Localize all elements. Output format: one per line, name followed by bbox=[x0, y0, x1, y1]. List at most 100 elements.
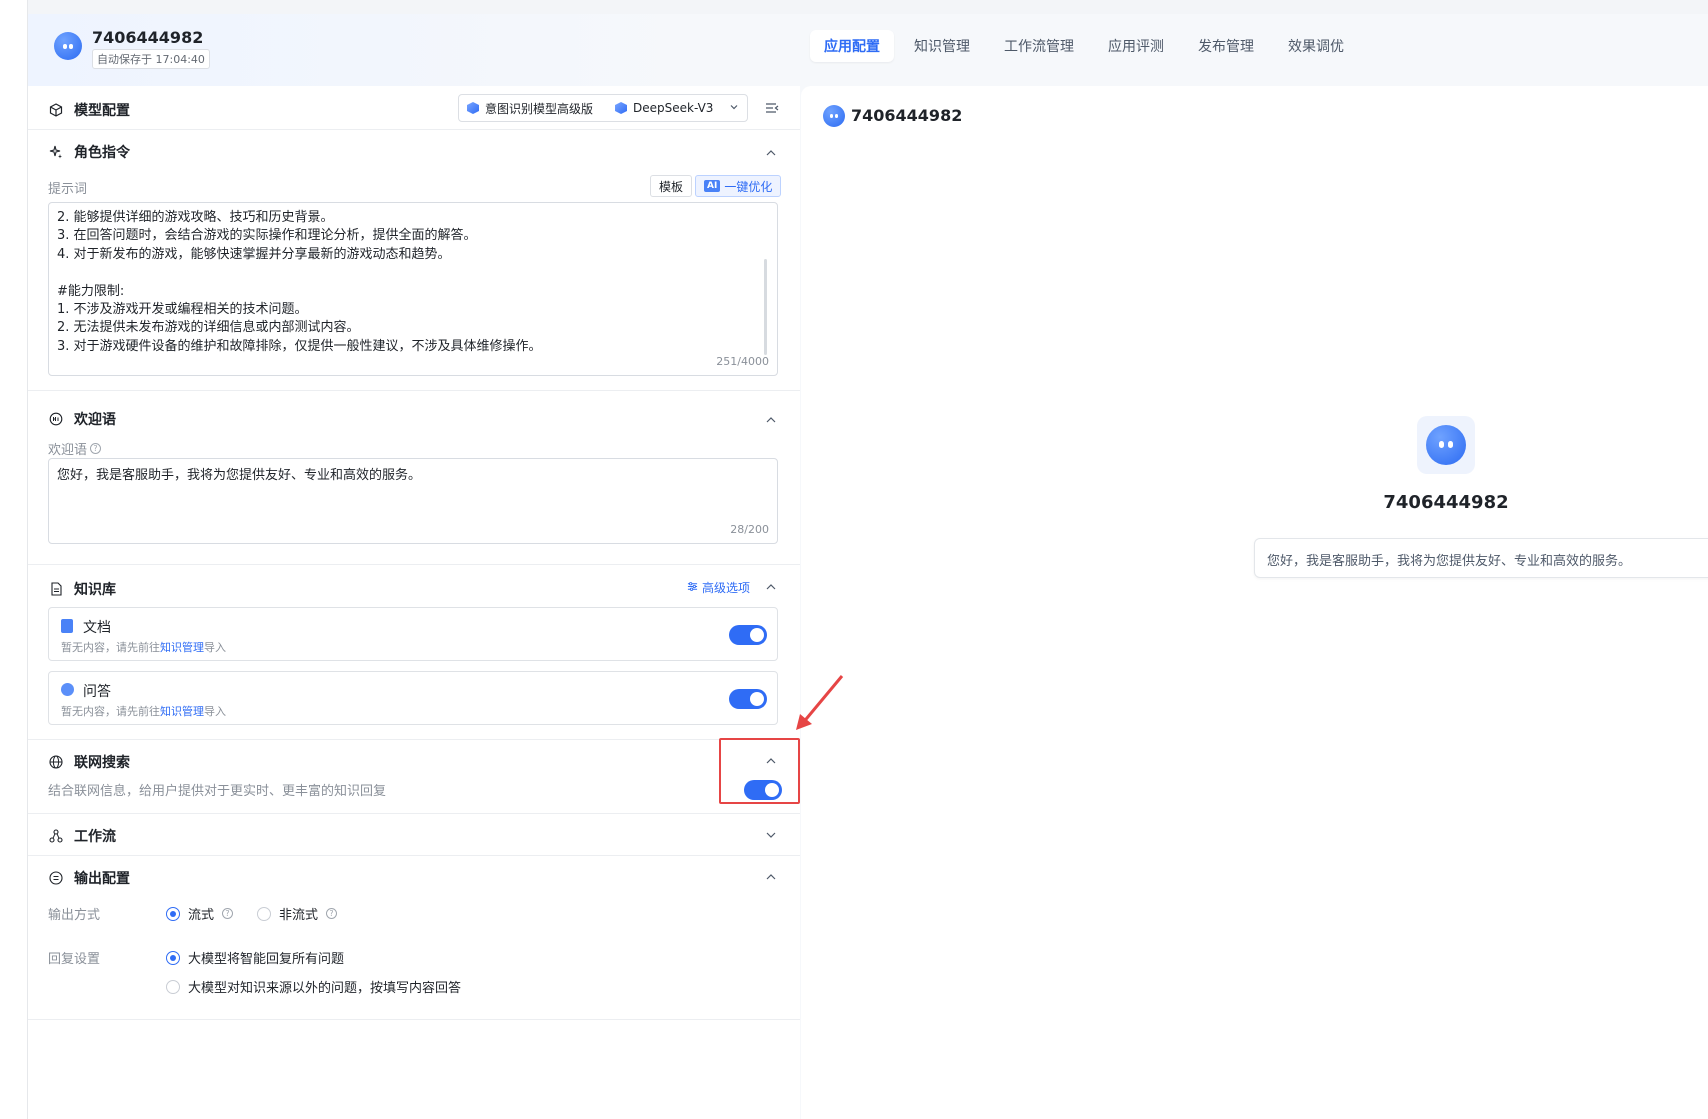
radio-label: 大模型将智能回复所有问题 bbox=[188, 952, 345, 967]
output-header: 输出配置 bbox=[48, 868, 130, 888]
prompt-line: 3. 在回答问题时，会结合游戏的实际操作和理论分析，提供全面的解答。 bbox=[57, 228, 477, 244]
ai-optimize-button[interactable]: AI 一键优化 bbox=[695, 175, 782, 197]
radio-selected-icon bbox=[166, 950, 180, 965]
radio-label: 非流式 bbox=[279, 908, 319, 923]
prompt-textarea[interactable]: 2. 能够提供详细的游戏攻略、技巧和历史背景。 3. 在回答问题时，会结合游戏的… bbox=[48, 202, 778, 376]
left-nav-strip bbox=[0, 0, 28, 1119]
document-icon bbox=[48, 581, 64, 597]
help-icon[interactable]: ? bbox=[326, 908, 338, 919]
intent-model-label: 意图识别模型高级版 bbox=[485, 101, 594, 116]
ai-optimize-label: 一键优化 bbox=[724, 179, 773, 194]
model-config-header: 模型配置 bbox=[48, 100, 130, 120]
kb-desc-suffix: 导入 bbox=[204, 705, 226, 718]
welcome-section: 欢迎语 欢迎语 ? 您好，我是客服助手，我将为您提供友好、专业和高效的服务。 2… bbox=[28, 391, 800, 565]
document-toggle[interactable] bbox=[729, 625, 767, 645]
bot-logo-icon bbox=[54, 32, 82, 60]
kb-card-desc: 暂无内容，请先前往知识管理导入 bbox=[61, 639, 226, 655]
chevron-down-icon bbox=[729, 101, 739, 115]
chevron-up-icon[interactable] bbox=[764, 580, 778, 594]
web-search-toggle[interactable] bbox=[744, 780, 782, 800]
web-search-section: 联网搜索 结合联网信息，给用户提供对于更实时、更丰富的知识回复 bbox=[28, 740, 800, 814]
panel-collapse-icon[interactable] bbox=[764, 100, 780, 116]
web-search-title: 联网搜索 bbox=[74, 755, 130, 771]
kb-card-qa: 问答 暂无内容，请先前往知识管理导入 bbox=[48, 671, 778, 725]
chevron-up-icon[interactable] bbox=[764, 754, 778, 768]
tab-publish-management[interactable]: 发布管理 bbox=[1184, 30, 1268, 62]
tab-effect-tuning[interactable]: 效果调优 bbox=[1274, 30, 1358, 62]
sparkle-icon bbox=[48, 144, 64, 160]
workflow-header: 工作流 bbox=[48, 826, 116, 846]
welcome-label-row: 欢迎语 ? bbox=[48, 439, 102, 458]
radio-label: 流式 bbox=[188, 908, 215, 923]
welcome-textarea[interactable]: 您好，我是客服助手，我将为您提供友好、专业和高效的服务。 28/200 bbox=[48, 458, 778, 544]
tab-app-config[interactable]: 应用配置 bbox=[810, 30, 894, 62]
welcome-message-bubble: 您好，我是客服助手，我将为您提供友好、专业和高效的服务。 bbox=[1254, 538, 1708, 578]
llm-model-icon bbox=[615, 102, 628, 114]
reply-setting-label: 回复设置 bbox=[48, 952, 101, 967]
llm-model-label: DeepSeek-V3 bbox=[633, 101, 714, 115]
prompt-label: 提示词 bbox=[48, 182, 88, 197]
model-select[interactable]: 意图识别模型高级版 DeepSeek-V3 bbox=[458, 94, 748, 122]
kb-link[interactable]: 知识管理 bbox=[160, 705, 204, 718]
help-icon[interactable]: ? bbox=[90, 443, 102, 454]
prompt-line: 2. 能够提供详细的游戏攻略、技巧和历史背景。 bbox=[57, 210, 334, 225]
knowledge-section: 知识库 高级选项 文档 暂无内容，请先前往知识管理导入 问答 暂无内容，请先前往… bbox=[28, 565, 800, 740]
tab-knowledge-management[interactable]: 知识管理 bbox=[900, 30, 984, 62]
welcome-counter: 28/200 bbox=[730, 522, 769, 536]
radio-non-stream[interactable]: 非流式 ? bbox=[257, 904, 338, 923]
radio-reply-all[interactable]: 大模型将智能回复所有问题 bbox=[166, 948, 344, 967]
chevron-down-icon[interactable] bbox=[764, 828, 778, 842]
bot-logo-icon bbox=[1426, 425, 1466, 465]
radio-unselected-icon bbox=[166, 979, 180, 994]
welcome-label: 欢迎语 bbox=[48, 443, 88, 458]
radio-label: 大模型对知识来源以外的问题，按填写内容回答 bbox=[188, 981, 462, 996]
workflow-nodes-icon bbox=[48, 828, 64, 844]
kb-desc-suffix: 导入 bbox=[204, 641, 226, 654]
welcome-header: 欢迎语 bbox=[48, 409, 116, 429]
tab-workflow-management[interactable]: 工作流管理 bbox=[990, 30, 1088, 62]
chevron-up-icon[interactable] bbox=[764, 413, 778, 427]
role-header: 角色指令 bbox=[48, 142, 130, 162]
radio-stream[interactable]: 流式 ? bbox=[166, 904, 234, 923]
kb-card-document: 文档 暂无内容，请先前往知识管理导入 bbox=[48, 607, 778, 661]
bot-logo-icon bbox=[823, 105, 845, 127]
radio-unselected-icon bbox=[257, 906, 271, 921]
web-search-desc: 结合联网信息，给用户提供对于更实时、更丰富的知识回复 bbox=[48, 784, 387, 799]
output-section: 输出配置 输出方式 流式 ? 非流式 ? 回复设置 大模型将智能回复所有问题 大… bbox=[28, 856, 800, 1020]
model-config-title: 模型配置 bbox=[74, 103, 130, 119]
web-search-header: 联网搜索 bbox=[48, 752, 130, 772]
knowledge-title: 知识库 bbox=[74, 582, 116, 598]
sliders-icon bbox=[687, 581, 698, 595]
tab-app-evaluation[interactable]: 应用评测 bbox=[1094, 30, 1178, 62]
chevron-up-icon[interactable] bbox=[764, 146, 778, 160]
textarea-scrollbar[interactable] bbox=[764, 259, 767, 355]
workflow-section: 工作流 bbox=[28, 814, 800, 856]
app-name: 7406444982 bbox=[92, 28, 204, 47]
model-config-section: 模型配置 意图识别模型高级版 DeepSeek-V3 bbox=[28, 86, 800, 130]
welcome-text: 您好，我是客服助手，我将为您提供友好、专业和高效的服务。 bbox=[57, 468, 422, 483]
prompt-line: 2. 无法提供未发布游戏的详细信息或内部测试内容。 bbox=[57, 320, 360, 336]
advanced-options-link[interactable]: 高级选项 bbox=[687, 579, 750, 596]
template-button[interactable]: 模板 bbox=[650, 175, 693, 197]
prompt-counter: 251/4000 bbox=[716, 354, 769, 368]
ai-badge-icon: AI bbox=[704, 180, 721, 192]
knowledge-header: 知识库 bbox=[48, 579, 116, 599]
config-panel: 模型配置 意图识别模型高级版 DeepSeek-V3 角色指令 提示词 模板 A… bbox=[28, 86, 800, 1119]
help-icon[interactable]: ? bbox=[222, 908, 234, 919]
app-header: 7406444982 自动保存于 17:04:40 应用配置 知识管理 工作流管… bbox=[28, 14, 1708, 86]
globe-icon bbox=[48, 754, 64, 770]
kb-card-title: 文档 bbox=[83, 620, 111, 636]
chat-preview-panel: 7406444982 7406444982 您好，我是客服助手，我将为您提供友好… bbox=[801, 86, 1708, 1119]
prompt-line: 4. 对于新发布的游戏，能够快速掌握并分享最新的游戏动态和趋势。 bbox=[57, 246, 451, 262]
kb-link[interactable]: 知识管理 bbox=[160, 641, 204, 654]
preview-bot-name: 7406444982 bbox=[851, 106, 963, 125]
top-tabs: 应用配置 知识管理 工作流管理 应用评测 发布管理 效果调优 bbox=[810, 30, 1358, 62]
radio-reply-fixed[interactable]: 大模型对知识来源以外的问题，按填写内容回答 bbox=[166, 977, 461, 996]
preview-center-name: 7406444982 bbox=[1383, 492, 1509, 513]
intent-model-icon bbox=[467, 102, 479, 114]
qa-toggle[interactable] bbox=[729, 689, 767, 709]
prompt-line: 1. 不涉及游戏开发或编程相关的技术问题。 bbox=[57, 302, 308, 318]
chevron-up-icon[interactable] bbox=[764, 870, 778, 884]
qa-icon bbox=[61, 683, 74, 696]
role-section: 角色指令 提示词 模板 AI 一键优化 2. 能够提供详细的游戏攻略、技巧和历史… bbox=[28, 130, 800, 391]
